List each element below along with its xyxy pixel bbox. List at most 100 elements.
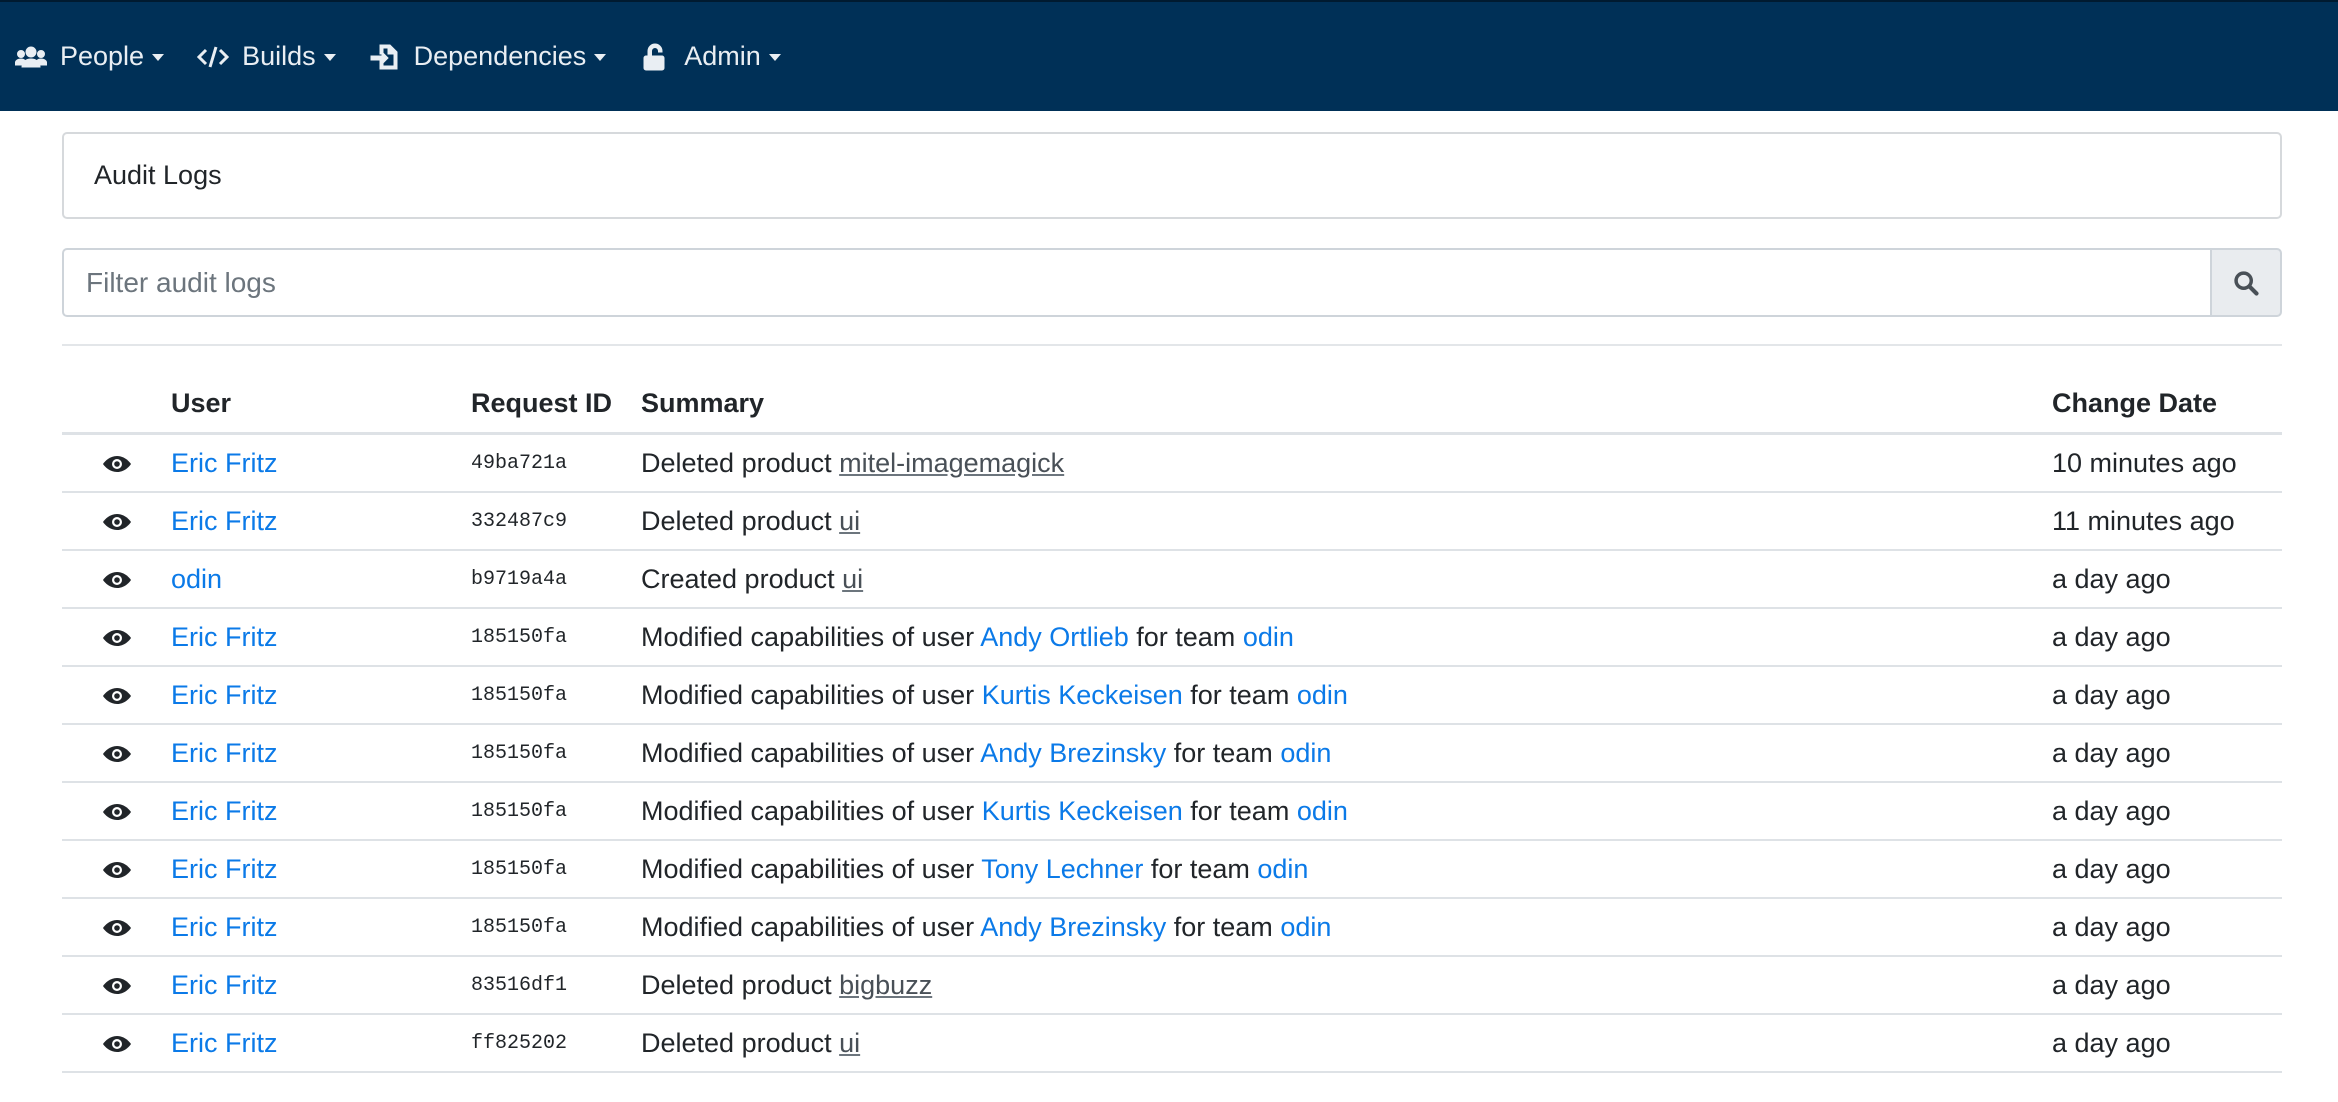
- eye-icon[interactable]: [102, 912, 132, 942]
- nav-dependencies-label: Dependencies: [413, 41, 587, 71]
- user-link[interactable]: Eric Fritz: [171, 970, 277, 1000]
- summary-cell: Deleted product ui: [641, 492, 2052, 551]
- target-user-link[interactable]: Andy Brezinsky: [980, 912, 1166, 942]
- user-link[interactable]: Eric Fritz: [171, 738, 277, 768]
- page-title-card: Audit Logs: [62, 132, 2282, 219]
- summary-text: for team: [1143, 853, 1258, 884]
- table-row: odin b9719a4a Created product ui a day ago: [62, 550, 2282, 609]
- product-link[interactable]: bigbuzz: [839, 970, 932, 1000]
- page-title: Audit Logs: [94, 160, 222, 190]
- nav-admin[interactable]: Admin: [638, 41, 781, 72]
- audit-log-table: User Request ID Summary Change Date Eric…: [62, 374, 2282, 1073]
- summary-text: Deleted product: [641, 969, 840, 1000]
- table-row: Eric Fritz 185150fa Modified capabilities …: [62, 898, 2282, 957]
- change-date: a day ago: [2052, 1014, 2282, 1073]
- table-row: Eric Fritz 83516df1 Deleted product bigbuz…: [62, 956, 2282, 1015]
- change-date: a day ago: [2052, 666, 2282, 725]
- user-link[interactable]: Eric Fritz: [171, 448, 277, 478]
- table-row: Eric Fritz ff825202 Deleted product ui a da…: [62, 1014, 2282, 1073]
- request-id: b9719a4a: [471, 550, 641, 609]
- summary-text: Modified capabilities of user: [641, 853, 982, 884]
- summary-text: Modified capabilities of user: [641, 911, 981, 942]
- eye-icon[interactable]: [102, 448, 132, 478]
- summary-text: Created product: [641, 563, 843, 594]
- user-link[interactable]: Eric Fritz: [171, 912, 277, 942]
- request-id: 185150fa: [471, 840, 641, 899]
- change-date: 11 minutes ago: [2052, 492, 2282, 551]
- summary-text: for team: [1128, 621, 1243, 652]
- request-id: 185150fa: [471, 608, 641, 667]
- eye-icon[interactable]: [102, 680, 132, 710]
- table-row: Eric Fritz 185150fa Modified capabilities …: [62, 608, 2282, 667]
- target-user-link[interactable]: Kurtis Keckeisen: [982, 796, 1183, 826]
- team-link[interactable]: odin: [1280, 912, 1331, 942]
- summary-cell: Modified capabilities of user Andy Ortli…: [641, 608, 2052, 667]
- caret-down-icon: [768, 54, 781, 61]
- users-icon: [14, 42, 48, 72]
- product-link[interactable]: ui: [842, 564, 863, 594]
- header-request-id: Request ID: [471, 374, 641, 435]
- eye-icon[interactable]: [102, 622, 132, 652]
- team-link[interactable]: odin: [1297, 796, 1348, 826]
- header-change-date: Change Date: [2052, 374, 2282, 435]
- summary-cell: Modified capabilities of user Tony Lechn…: [641, 840, 2052, 899]
- team-link[interactable]: odin: [1243, 622, 1294, 652]
- nav-dependencies[interactable]: Dependencies: [368, 41, 607, 72]
- eye-icon[interactable]: [102, 1028, 132, 1058]
- summary-text: Modified capabilities of user: [641, 737, 981, 768]
- filter-input[interactable]: [62, 248, 2210, 317]
- eye-icon[interactable]: [102, 796, 132, 826]
- table-row: Eric Fritz 49ba721a Deleted product mitel-…: [62, 433, 2282, 493]
- change-date: a day ago: [2052, 956, 2282, 1015]
- change-date: a day ago: [2052, 550, 2282, 609]
- product-link[interactable]: ui: [839, 1028, 860, 1058]
- eye-icon[interactable]: [102, 506, 132, 536]
- change-date: a day ago: [2052, 782, 2282, 841]
- request-id: 83516df1: [471, 956, 641, 1015]
- summary-text: for team: [1166, 911, 1281, 942]
- change-date: 10 minutes ago: [2052, 433, 2282, 493]
- top-navbar: People Builds Dependencies Admin: [0, 0, 2338, 111]
- eye-icon[interactable]: [102, 970, 132, 1000]
- search-button[interactable]: [2210, 248, 2282, 317]
- summary-text: Modified capabilities of user: [641, 795, 982, 826]
- product-link[interactable]: mitel-imagemagick: [839, 448, 1064, 478]
- file-import-icon: [368, 42, 402, 72]
- target-user-link[interactable]: Andy Ortlieb: [980, 622, 1129, 652]
- user-link[interactable]: Eric Fritz: [171, 854, 277, 884]
- target-user-link[interactable]: Tony Lechner: [981, 854, 1143, 884]
- summary-text: for team: [1166, 737, 1281, 768]
- header-summary: Summary: [641, 374, 2052, 435]
- user-link[interactable]: Eric Fritz: [171, 796, 277, 826]
- eye-icon[interactable]: [102, 564, 132, 594]
- team-link[interactable]: odin: [1297, 680, 1348, 710]
- product-link[interactable]: ui: [839, 506, 860, 536]
- user-link[interactable]: Eric Fritz: [171, 680, 277, 710]
- user-link[interactable]: odin: [171, 564, 222, 594]
- target-user-link[interactable]: Kurtis Keckeisen: [982, 680, 1183, 710]
- summary-cell: Deleted product mitel-imagemagick: [641, 433, 2052, 493]
- team-link[interactable]: odin: [1280, 738, 1331, 768]
- request-id: ff825202: [471, 1014, 641, 1073]
- request-id: 185150fa: [471, 898, 641, 957]
- request-id: 185150fa: [471, 724, 641, 783]
- nav-builds[interactable]: Builds: [196, 41, 336, 72]
- team-link[interactable]: odin: [1257, 854, 1308, 884]
- unlock-icon: [638, 42, 672, 72]
- target-user-link[interactable]: Andy Brezinsky: [980, 738, 1166, 768]
- eye-icon[interactable]: [102, 854, 132, 884]
- summary-text: Deleted product: [641, 447, 840, 478]
- table-row: Eric Fritz 185150fa Modified capabilities …: [62, 724, 2282, 783]
- nav-people[interactable]: People: [14, 41, 165, 72]
- request-id: 185150fa: [471, 782, 641, 841]
- user-link[interactable]: Eric Fritz: [171, 1028, 277, 1058]
- user-link[interactable]: Eric Fritz: [171, 622, 277, 652]
- eye-icon[interactable]: [102, 738, 132, 768]
- change-date: a day ago: [2052, 840, 2282, 899]
- divider: [62, 344, 2282, 346]
- summary-text: for team: [1182, 679, 1297, 710]
- summary-cell: Created product ui: [641, 550, 2052, 609]
- summary-text: Modified capabilities of user: [641, 621, 981, 652]
- user-link[interactable]: Eric Fritz: [171, 506, 277, 536]
- nav-people-label: People: [60, 41, 145, 71]
